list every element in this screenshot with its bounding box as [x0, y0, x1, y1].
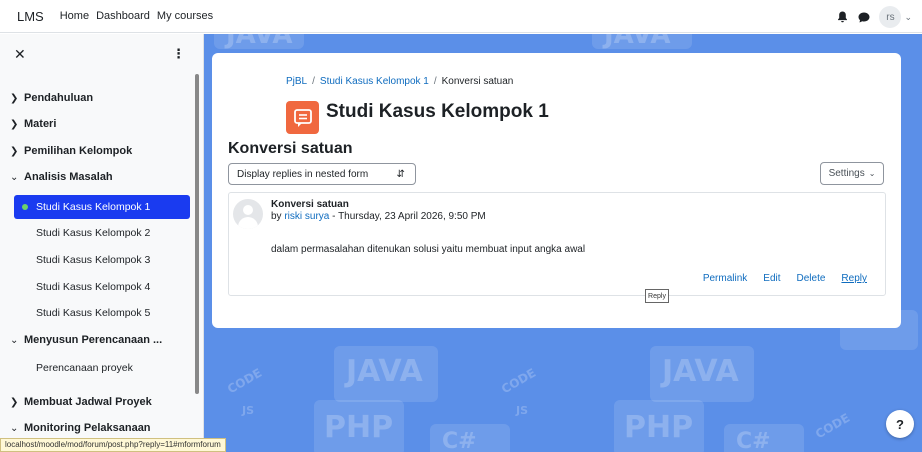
display-mode-select[interactable]: Display replies in nested form ⇵: [228, 163, 416, 185]
section-label: Menyusun Perencanaan ...: [24, 334, 163, 346]
activity-studi-kasus-kelompok-2[interactable]: Studi Kasus Kelompok 2: [14, 221, 190, 245]
post-author-link[interactable]: riski surya: [284, 211, 329, 222]
section-label: Pemilihan Kelompok: [24, 145, 133, 157]
more-options-icon[interactable]: ⋮: [172, 46, 185, 62]
messages-icon[interactable]: [857, 10, 871, 24]
delete-link[interactable]: Delete: [797, 273, 826, 284]
help-button[interactable]: ?: [886, 410, 914, 438]
bg-java-text: JAVA: [346, 354, 423, 389]
section-label: Analisis Masalah: [24, 171, 113, 183]
section-pemilihan-kelompok[interactable]: ❯ Pemilihan Kelompok: [10, 145, 190, 157]
avatar[interactable]: rs: [879, 6, 902, 28]
nav-home-link[interactable]: Home: [60, 10, 89, 22]
reply-link[interactable]: Reply: [841, 273, 867, 284]
activity-label: Studi Kasus Kelompok 5: [36, 307, 151, 319]
breadcrumb-link-forum[interactable]: Studi Kasus Kelompok 1: [320, 76, 429, 87]
bg-js-text: JS: [516, 404, 529, 417]
user-avatar-placeholder-icon[interactable]: [233, 199, 263, 229]
bg-csharp-text: C#: [442, 429, 477, 452]
activity-label: Perencanaan proyek: [36, 362, 133, 374]
drawer-scrollbar[interactable]: [195, 74, 199, 394]
section-label: Membuat Jadwal Proyek: [24, 396, 152, 408]
display-mode-value: Display replies in nested form: [237, 168, 369, 180]
user-menu[interactable]: rs ⌄: [879, 6, 912, 28]
bg-code-text: CODE: [224, 365, 265, 397]
post-by-prefix: by: [271, 211, 282, 222]
top-navbar: LMS Home Dashboard My courses rs ⌄: [0, 0, 922, 33]
section-pendahuluan[interactable]: ❯ Pendahuluan: [10, 92, 190, 104]
nav-dashboard-link[interactable]: Dashboard: [96, 10, 150, 22]
bg-php-text: PHP: [624, 410, 694, 445]
chevron-down-icon[interactable]: ⌄: [10, 172, 24, 183]
bg-code-text: CODE: [812, 410, 853, 442]
chevron-down-icon: ⌄: [868, 169, 876, 178]
breadcrumb-link-course[interactable]: PjBL: [286, 76, 307, 87]
reply-tooltip: Reply: [645, 289, 669, 303]
bg-java-text: JAVA: [226, 34, 293, 50]
main-content-card: PjBL / Studi Kasus Kelompok 1 / Konversi sat…: [212, 53, 901, 328]
bg-java-text: JAVA: [662, 354, 739, 389]
post-content: dalam permasalahan ditenukan solusi yait…: [271, 244, 586, 255]
nav-my-courses-link[interactable]: My courses: [157, 10, 213, 22]
post-byline: by riski surya - Thursday, 23 April 2026…: [271, 211, 486, 222]
bg-csharp-text: C#: [736, 429, 771, 452]
forum-post: Konversi satuan by riski surya - Thursda…: [228, 192, 886, 296]
activity-studi-kasus-kelompok-3[interactable]: Studi Kasus Kelompok 3: [14, 248, 190, 272]
post-date: - Thursday, 23 April 2026, 9:50 PM: [329, 211, 486, 222]
post-subject: Konversi satuan: [271, 199, 349, 210]
activity-studi-kasus-kelompok-4[interactable]: Studi Kasus Kelompok 4: [14, 275, 190, 299]
section-materi[interactable]: ❯ Materi: [10, 118, 190, 130]
post-actions: Permalink Edit Delete Reply: [687, 273, 867, 284]
page-title: Studi Kasus Kelompok 1: [326, 101, 549, 122]
section-menyusun-perencanaan[interactable]: ⌄ Menyusun Perencanaan ...: [10, 334, 190, 346]
discussion-title: Konversi satuan: [228, 140, 353, 157]
status-bar-url: localhost/moodle/mod/forum/post.php?repl…: [0, 438, 226, 452]
section-membuat-jadwal-proyek[interactable]: ❯ Membuat Jadwal Proyek: [10, 396, 190, 408]
avatar-body: [238, 217, 258, 229]
activity-label: Studi Kasus Kelompok 1: [36, 201, 151, 213]
bg-js-text: JS: [242, 404, 255, 417]
forum-icon: [286, 101, 319, 134]
bg-php-text: PHP: [324, 410, 394, 445]
section-analisis-masalah[interactable]: ⌄ Analisis Masalah: [10, 171, 190, 183]
section-monitoring-pelaksanaan[interactable]: ⌄ Monitoring Pelaksanaan: [10, 422, 190, 434]
user-controls: rs ⌄: [835, 6, 912, 28]
settings-label: Settings: [828, 168, 865, 179]
activity-studi-kasus-kelompok-5[interactable]: Studi Kasus Kelompok 5: [14, 301, 190, 325]
chevron-down-icon[interactable]: ⌄: [10, 335, 24, 346]
edit-link[interactable]: Edit: [763, 273, 780, 284]
bg-java-text: JAVA: [604, 34, 671, 50]
select-arrows-icon: ⇵: [396, 168, 405, 180]
close-icon[interactable]: ✕: [14, 46, 26, 63]
chevron-right-icon[interactable]: ❯: [10, 93, 24, 104]
breadcrumb-separator: /: [312, 76, 315, 87]
section-label: Materi: [24, 118, 57, 130]
breadcrumb: PjBL / Studi Kasus Kelompok 1 / Konversi sat…: [286, 76, 513, 87]
course-index-drawer: ✕ ⋮ ❯ Pendahuluan ❯ Materi ❯ Pemilihan K…: [0, 34, 204, 452]
completion-dot-icon: [22, 204, 28, 210]
site-brand[interactable]: LMS: [17, 9, 44, 24]
activity-label: Studi Kasus Kelompok 3: [36, 254, 151, 266]
settings-dropdown-button[interactable]: Settings ⌄: [820, 162, 884, 185]
chevron-down-icon[interactable]: ⌄: [10, 423, 24, 434]
section-label: Pendahuluan: [24, 92, 94, 104]
bg-code-text: CODE: [498, 365, 539, 397]
drawer-header: ✕ ⋮: [0, 34, 203, 74]
activity-label: Studi Kasus Kelompok 4: [36, 281, 151, 293]
permalink-link[interactable]: Permalink: [703, 273, 747, 284]
activity-studi-kasus-kelompok-1[interactable]: Studi Kasus Kelompok 1: [14, 195, 190, 219]
notifications-bell-icon[interactable]: [835, 10, 849, 24]
chevron-right-icon[interactable]: ❯: [10, 397, 24, 408]
avatar-head: [243, 205, 253, 215]
section-label: Monitoring Pelaksanaan: [24, 422, 151, 434]
chevron-down-icon: ⌄: [904, 11, 912, 22]
chevron-right-icon[interactable]: ❯: [10, 146, 24, 157]
chevron-right-icon[interactable]: ❯: [10, 119, 24, 130]
breadcrumb-current: Konversi satuan: [441, 76, 514, 87]
activity-label: Studi Kasus Kelompok 2: [36, 227, 151, 239]
activity-perencanaan-proyek[interactable]: Perencanaan proyek: [14, 356, 190, 380]
breadcrumb-separator: /: [433, 76, 437, 87]
